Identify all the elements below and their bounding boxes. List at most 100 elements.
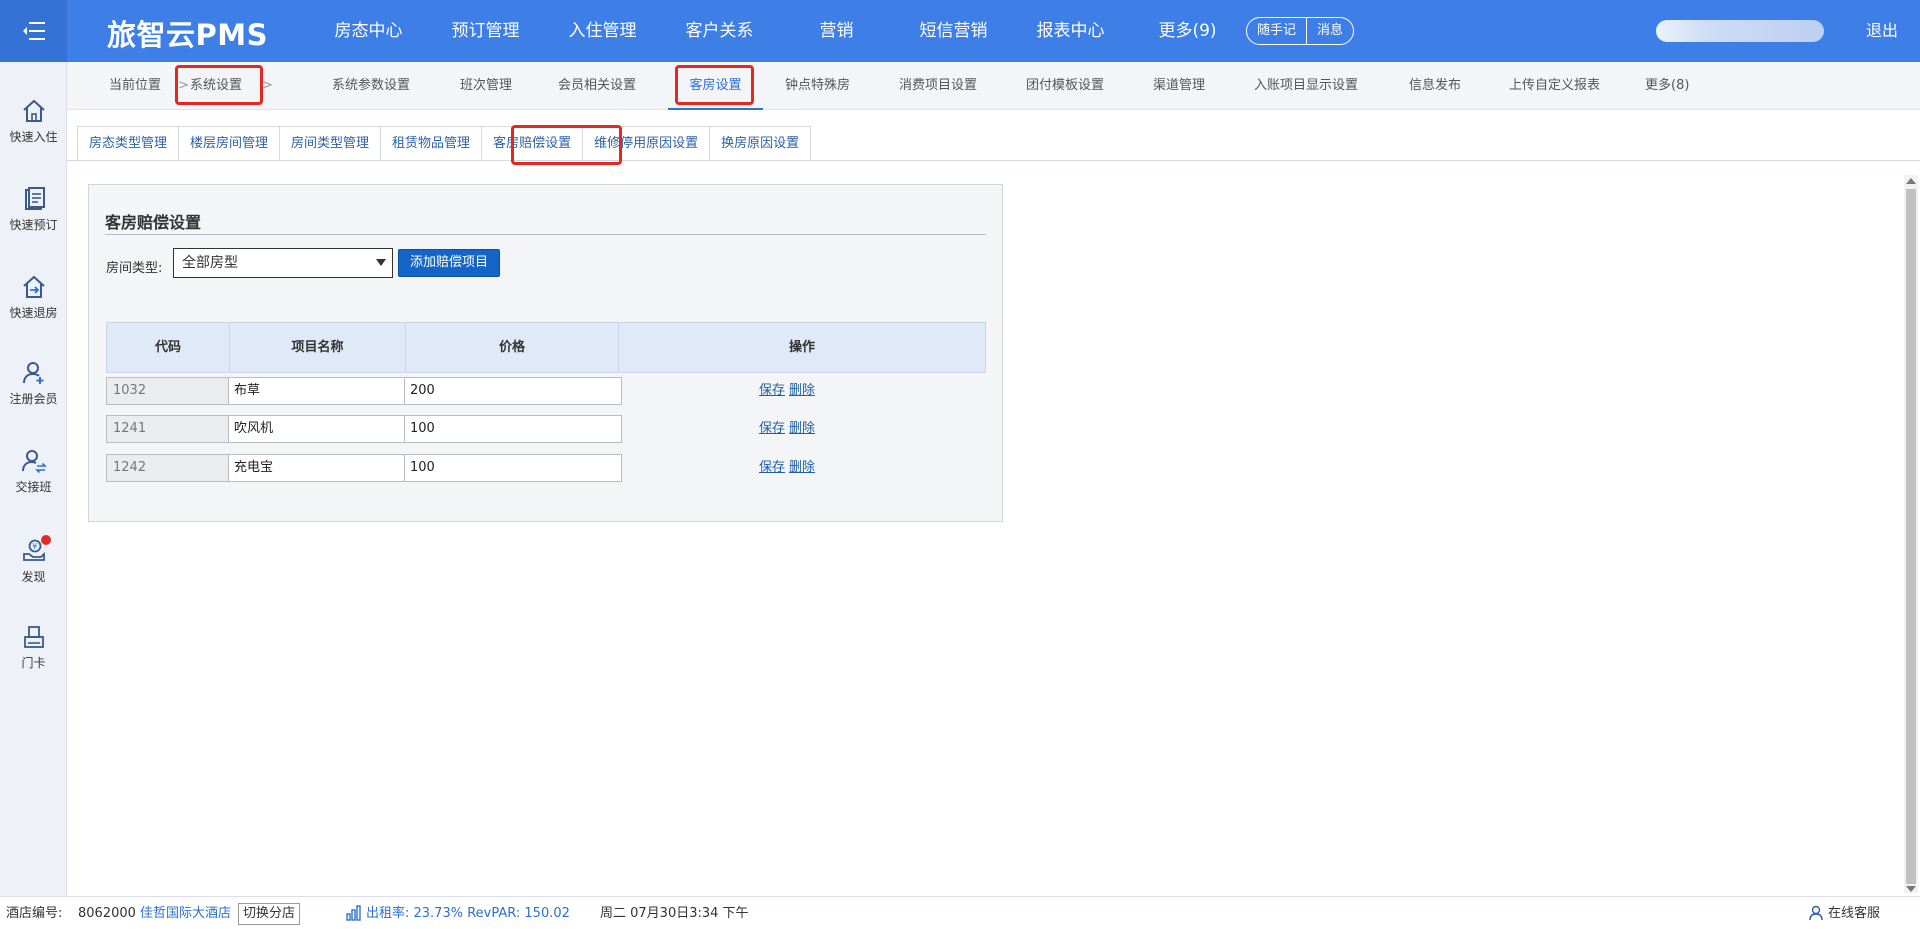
table-row: 1032 布草 200 保存 删除 (106, 377, 986, 405)
tabs-divider (67, 160, 1920, 161)
row-actions: 保存 删除 (622, 454, 986, 482)
nav-reports[interactable]: 报表中心 (1012, 0, 1129, 62)
column-price: 价格 (406, 323, 619, 372)
nav-marketing[interactable]: 营销 (778, 0, 895, 62)
subtab-group-templates[interactable]: 团付模板设置 (1026, 62, 1104, 110)
switch-branch-button[interactable]: 切换分店 (238, 903, 301, 925)
nav-checkin[interactable]: 入住管理 (544, 0, 661, 62)
save-link[interactable]: 保存 (759, 460, 785, 475)
top-header: 旅智云PMS 房态中心 预订管理 入住管理 客户关系 营销 短信营销 报表中心 … (0, 0, 1920, 62)
sidebar-item-quick-checkout[interactable]: 快速退房 (0, 274, 67, 321)
scroll-up-arrow-icon[interactable] (1906, 178, 1916, 184)
panel-title: 客房赔偿设置 (105, 213, 202, 232)
row-actions: 保存 删除 (622, 415, 986, 443)
hotel-name: 佳哲国际大酒店 (140, 906, 232, 921)
tab-room-change-reasons[interactable]: 换房原因设置 (709, 126, 812, 161)
sidebar-item-discover[interactable]: ¥ 发现 (0, 535, 67, 585)
online-support-link[interactable]: 在线客服 (1828, 897, 1880, 929)
sidebar-item-label: 门卡 (21, 656, 46, 670)
subtab-system-params[interactable]: 系统参数设置 (332, 62, 410, 110)
notification-badge (41, 535, 51, 545)
add-compensation-button[interactable]: 添加赔偿项目 (398, 249, 500, 277)
tab-room-status-types[interactable]: 房态类型管理 (77, 126, 179, 161)
room-type-select[interactable]: 全部房型 (173, 248, 393, 278)
scrollbar-thumb[interactable] (1906, 189, 1916, 884)
delete-link[interactable]: 删除 (789, 460, 815, 475)
menu-icon (22, 22, 45, 40)
subtab-posting-display[interactable]: 入账项目显示设置 (1254, 62, 1358, 110)
tab-floor-rooms[interactable]: 楼层房间管理 (178, 126, 280, 161)
code-field: 1242 (106, 454, 229, 482)
sidebar-item-label: 快速预订 (9, 218, 58, 232)
subtab-member-settings[interactable]: 会员相关设置 (558, 62, 636, 110)
main-nav: 房态中心 预订管理 入住管理 客户关系 营销 短信营销 报表中心 更多(9) (310, 0, 1246, 62)
sidebar-item-room-card[interactable]: 门卡 (0, 624, 67, 671)
sidebar-item-label: 发现 (21, 570, 46, 584)
checkout-icon (22, 275, 45, 298)
column-code: 代码 (107, 323, 230, 372)
subtab-consumption-items[interactable]: 消费项目设置 (899, 62, 977, 110)
row-actions: 保存 删除 (622, 377, 986, 405)
price-input[interactable]: 200 (405, 377, 622, 405)
home-icon (22, 99, 45, 122)
left-sidebar: 快速入住 快速预订 快速退房 注册会员 交接班 ¥ 发现 门卡 (0, 62, 67, 896)
sidebar-item-label: 交接班 (15, 480, 52, 494)
table-header: 代码 项目名称 价格 操作 (106, 322, 986, 373)
breadcrumb-separator: > (262, 78, 273, 93)
delete-link[interactable]: 删除 (789, 383, 815, 398)
room-settings-tabs: 房态类型管理 楼层房间管理 房间类型管理 租赁物品管理 客房赔偿设置 维修停用原… (77, 126, 812, 161)
sub-navigation: 当前位置 > 系统设置 > 系统参数设置 班次管理 会员相关设置 客房设置 钟点… (67, 62, 1920, 110)
sidebar-item-label: 快速退房 (9, 306, 58, 320)
logout-button[interactable]: 退出 (1866, 0, 1898, 62)
breadcrumb-label: 当前位置 (109, 78, 162, 93)
item-name-input[interactable]: 布草 (229, 377, 405, 405)
room-type-value: 全部房型 (182, 255, 238, 271)
subtab-shift-management[interactable]: 班次管理 (460, 62, 512, 110)
save-link[interactable]: 保存 (759, 421, 785, 436)
hotel-number: 8062000 (78, 906, 136, 921)
save-link[interactable]: 保存 (759, 383, 785, 398)
sidebar-item-quick-checkin[interactable]: 快速入住 (0, 98, 67, 145)
sidebar-item-quick-booking[interactable]: 快速预订 (0, 186, 67, 233)
chevron-down-icon (376, 259, 386, 266)
menu-toggle-button[interactable] (0, 0, 67, 62)
nav-booking[interactable]: 预订管理 (427, 0, 544, 62)
status-footer: 酒店编号: 8062000 佳哲国际大酒店 切换分店 出租率: 23.73% R… (0, 896, 1920, 929)
subtab-announcements[interactable]: 信息发布 (1409, 62, 1461, 110)
panel-divider (105, 234, 986, 235)
subtab-more[interactable]: 更多(8) (1645, 62, 1689, 110)
sidebar-item-label: 注册会员 (9, 392, 58, 406)
note-button[interactable]: 随手记 (1247, 18, 1306, 44)
breadcrumb-section[interactable]: 系统设置 (190, 62, 242, 110)
subtab-upload-reports[interactable]: 上传自定义报表 (1509, 62, 1600, 110)
price-input[interactable]: 100 (405, 415, 622, 443)
price-input[interactable]: 100 (405, 454, 622, 482)
sidebar-item-label: 快速入住 (9, 130, 58, 144)
room-type-label: 房间类型: (106, 261, 163, 276)
subtab-room-settings[interactable]: 客房设置 (668, 62, 763, 110)
item-name-input[interactable]: 吹风机 (229, 415, 405, 443)
item-name-input[interactable]: 充电宝 (229, 454, 405, 482)
support-icon (1809, 905, 1823, 921)
card-icon (23, 626, 44, 648)
table-row: 1241 吹风机 100 保存 删除 (106, 415, 986, 443)
current-datetime: 周二 07月30日3:34 下午 (600, 906, 749, 921)
nav-customer[interactable]: 客户关系 (661, 0, 778, 62)
nav-more[interactable]: 更多(9) (1129, 0, 1246, 62)
subtab-channel-management[interactable]: 渠道管理 (1153, 62, 1205, 110)
tab-maintenance-reasons[interactable]: 维修停用原因设置 (582, 126, 710, 161)
sidebar-item-register-member[interactable]: 注册会员 (0, 360, 67, 407)
subtab-hourly-rooms[interactable]: 钟点特殊房 (785, 62, 850, 110)
nav-sms[interactable]: 短信营销 (895, 0, 1012, 62)
nav-room-status[interactable]: 房态中心 (310, 0, 427, 62)
user-avatar[interactable] (1656, 20, 1824, 42)
compensation-panel: 客房赔偿设置 房间类型: 全部房型 添加赔偿项目 代码 项目名称 价格 操作 1… (88, 184, 1003, 522)
tab-rental-items[interactable]: 租赁物品管理 (380, 126, 482, 161)
tab-room-compensation[interactable]: 客房赔偿设置 (481, 126, 583, 161)
delete-link[interactable]: 删除 (789, 421, 815, 436)
tab-room-types[interactable]: 房间类型管理 (279, 126, 381, 161)
message-button[interactable]: 消息 (1306, 18, 1353, 44)
column-actions: 操作 (788, 340, 815, 355)
sidebar-item-shift-handover[interactable]: 交接班 (0, 448, 67, 495)
scroll-down-arrow-icon[interactable] (1906, 886, 1916, 892)
